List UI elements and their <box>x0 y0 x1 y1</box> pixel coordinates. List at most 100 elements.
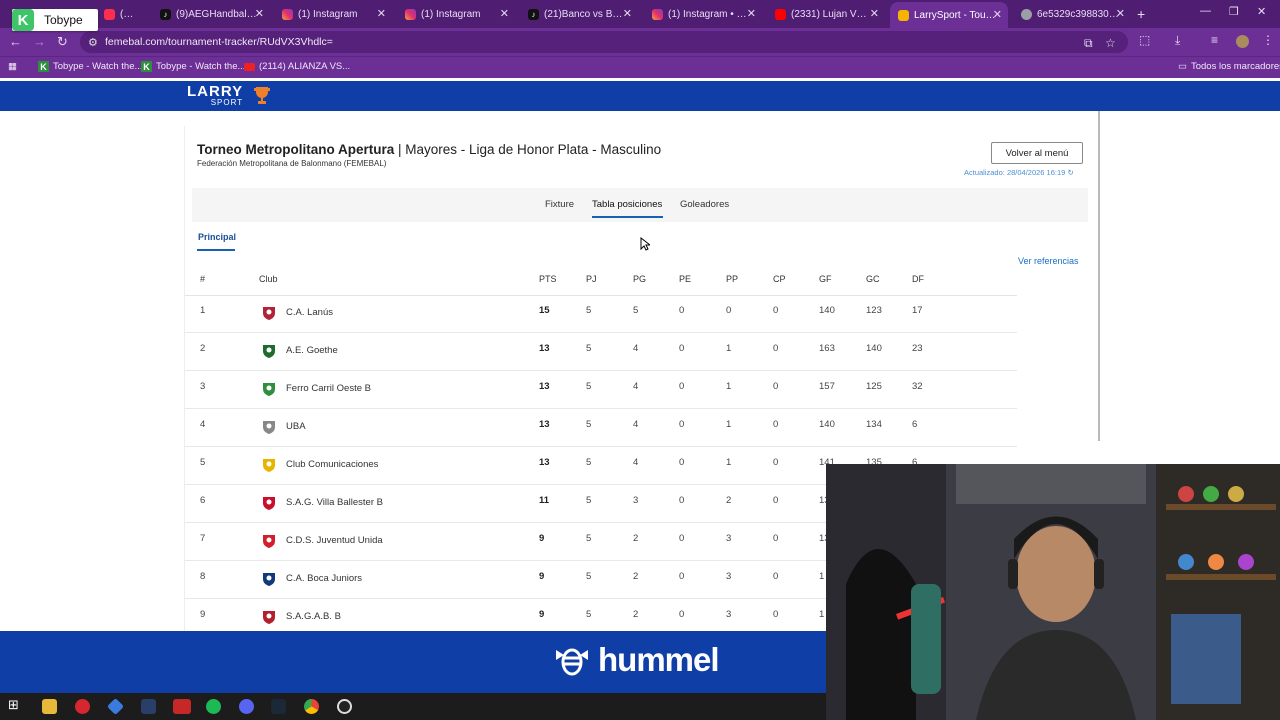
tab-title: (@fal <box>120 8 142 20</box>
download-icon[interactable]: ⤓ <box>1175 33 1180 48</box>
cell-pe: 0 <box>679 457 685 468</box>
extensions-icon[interactable]: ⬚ <box>1139 33 1150 47</box>
browser-tab[interactable]: (@fal <box>96 4 150 24</box>
profile-avatar[interactable] <box>1236 35 1249 48</box>
audio-app-icon[interactable] <box>141 699 156 714</box>
cell-gf: 163 <box>819 343 835 354</box>
club-name[interactable]: C.A. Lanús <box>286 307 333 318</box>
tab-close-icon[interactable]: ✕ <box>747 7 756 20</box>
close-window-icon[interactable]: ✕ <box>1257 5 1266 18</box>
bookmark-star-icon[interactable]: ☆ <box>1105 36 1116 50</box>
browser-tab[interactable]: (1) Instagram • Mens ✕ <box>644 4 762 24</box>
browser-toolbar: ← → ↻ ⚙ femebal.com/tournament-tracker/R… <box>0 28 1280 56</box>
club-name[interactable]: Club Comunicaciones <box>286 459 378 470</box>
tab-close-icon[interactable]: ✕ <box>255 7 264 20</box>
windows-start-icon[interactable]: ⊞ <box>8 697 23 712</box>
tab-standings[interactable]: Tabla posiciones <box>592 199 662 210</box>
tab-close-icon[interactable]: ✕ <box>377 7 386 20</box>
club-name[interactable]: A.E. Goethe <box>286 345 338 356</box>
hummel-logo[interactable]: hummel <box>554 641 720 679</box>
site-info-icon[interactable]: ⚙ <box>88 36 98 49</box>
instagram-icon <box>282 8 293 20</box>
bookmark-item[interactable]: (2114) ALIANZA VS... <box>244 61 350 72</box>
reload-icon[interactable]: ↻ <box>57 34 68 50</box>
browser-tab[interactable]: ♪ (9)AEGHandball (@ar ✕ <box>152 4 270 24</box>
table-row[interactable]: 3 Ferro Carril Oeste B 13 5 4 0 1 0 157 125 32 <box>185 371 1017 409</box>
club-name[interactable]: C.D.S. Juventud Unida <box>286 535 383 546</box>
voicemeeter-icon[interactable] <box>173 699 191 714</box>
bookmark-item[interactable]: K Tobype - Watch the... <box>141 61 245 72</box>
cell-pe: 0 <box>679 571 685 582</box>
obs-icon[interactable] <box>337 699 352 714</box>
club-name[interactable]: C.A. Boca Juniors <box>286 573 362 584</box>
steam-icon[interactable] <box>271 699 286 714</box>
restore-icon[interactable]: ❐ <box>1229 5 1239 18</box>
cell-pp: 2 <box>726 495 732 506</box>
table-row[interactable]: 1 C.A. Lanús 15 5 5 0 0 0 140 123 17 <box>185 295 1017 333</box>
cell-pe: 0 <box>679 305 685 316</box>
media-controls-icon[interactable]: ≡ <box>1211 33 1218 47</box>
spotify-icon[interactable] <box>206 699 221 714</box>
cell-pts: 11 <box>539 495 550 506</box>
url-text[interactable]: femebal.com/tournament-tracker/RUdVX3Vhd… <box>105 36 333 48</box>
tab-favicon-icon <box>104 8 115 20</box>
browser-tab-active[interactable]: LarrySport - Tournam ✕ <box>890 2 1008 28</box>
discord-icon[interactable] <box>239 699 254 714</box>
cell-gc: 123 <box>866 305 882 316</box>
file-explorer-icon[interactable] <box>42 699 57 714</box>
menu-dots-icon[interactable]: ⋮ <box>1262 33 1274 47</box>
cell-pts: 9 <box>539 533 545 544</box>
install-app-icon[interactable]: ⧉ <box>1084 36 1093 51</box>
cell-cp: 0 <box>773 533 779 544</box>
streamer-name: Tobype <box>44 13 83 27</box>
larrysport-logo[interactable]: LARRY SPORT <box>187 83 270 107</box>
page-scrollbar[interactable] <box>1098 111 1100 441</box>
col-gc: GC <box>866 274 880 284</box>
bookmark-label: (2114) ALIANZA VS... <box>259 61 351 72</box>
tab-close-icon[interactable]: ✕ <box>993 8 1002 21</box>
globe-icon <box>1021 8 1032 20</box>
browser-tab[interactable]: (1) Instagram ✕ <box>397 4 515 24</box>
browser-tab[interactable]: (1) Instagram ✕ <box>274 4 392 24</box>
back-arrow-icon[interactable]: ← <box>9 34 22 49</box>
streamer-badge: K Tobype <box>12 9 98 31</box>
table-row[interactable]: 2 A.E. Goethe 13 5 4 0 1 0 163 140 23 <box>185 333 1017 371</box>
tab-close-icon[interactable]: ✕ <box>623 7 632 20</box>
tournament-category: | Mayores - Liga de Honor Plata - Mascul… <box>394 142 662 157</box>
club-name[interactable]: UBA <box>286 421 306 432</box>
tab-principal[interactable]: Principal <box>198 232 236 242</box>
chrome-icon[interactable] <box>304 699 319 714</box>
club-name[interactable]: S.A.G.A.B. B <box>286 611 341 622</box>
forward-arrow-icon[interactable]: → <box>33 34 46 49</box>
tab-close-icon[interactable]: ✕ <box>870 7 879 20</box>
app-icon-red[interactable] <box>75 699 90 714</box>
col-pj: PJ <box>586 274 597 284</box>
browser-tab[interactable]: 6e5329c398830cbf.p ✕ <box>1013 4 1131 24</box>
new-tab-plus-icon[interactable]: + <box>1137 6 1145 22</box>
app-icon-diamond[interactable] <box>107 698 124 715</box>
browser-tab[interactable]: (2331) Lujan VS Saga ✕ <box>767 4 885 24</box>
table-row[interactable]: 4 UBA 13 5 4 0 1 0 140 134 6 <box>185 409 1017 447</box>
tab-fixture[interactable]: Fixture <box>545 199 574 210</box>
tab-close-icon[interactable]: ✕ <box>500 7 509 20</box>
cell-pj: 5 <box>586 305 592 316</box>
browser-tab[interactable]: ♪ (21)Banco vs Bayern ✕ <box>520 4 638 24</box>
apps-grid-icon[interactable]: ▦ <box>8 61 17 72</box>
club-name[interactable]: S.A.G. Villa Ballester B <box>286 497 383 508</box>
all-bookmarks-label: Todos los marcadores <box>1190 61 1280 72</box>
cell-pj: 5 <box>586 495 592 506</box>
back-to-menu-button[interactable]: Volver al menú <box>991 142 1083 164</box>
refresh-icon[interactable]: ↻ <box>1067 168 1073 177</box>
club-crest-icon <box>263 535 275 548</box>
tiktok-icon: ♪ <box>160 8 171 20</box>
club-name[interactable]: Ferro Carril Oeste B <box>286 383 371 394</box>
minimize-icon[interactable]: — <box>1200 5 1211 17</box>
all-bookmarks[interactable]: ▭ Todos los marcadores <box>1178 61 1280 72</box>
tab-title: (1) Instagram • Mens <box>668 8 750 20</box>
club-crest-icon <box>263 497 275 510</box>
references-link[interactable]: Ver referencias <box>1018 256 1079 266</box>
bookmark-item[interactable]: K Tobype - Watch the... <box>38 61 142 72</box>
tab-close-icon[interactable]: ✕ <box>1116 7 1125 20</box>
tab-scorers[interactable]: Goleadores <box>680 199 729 210</box>
address-bar[interactable]: ⚙ femebal.com/tournament-tracker/RUdVX3V… <box>80 31 1128 53</box>
